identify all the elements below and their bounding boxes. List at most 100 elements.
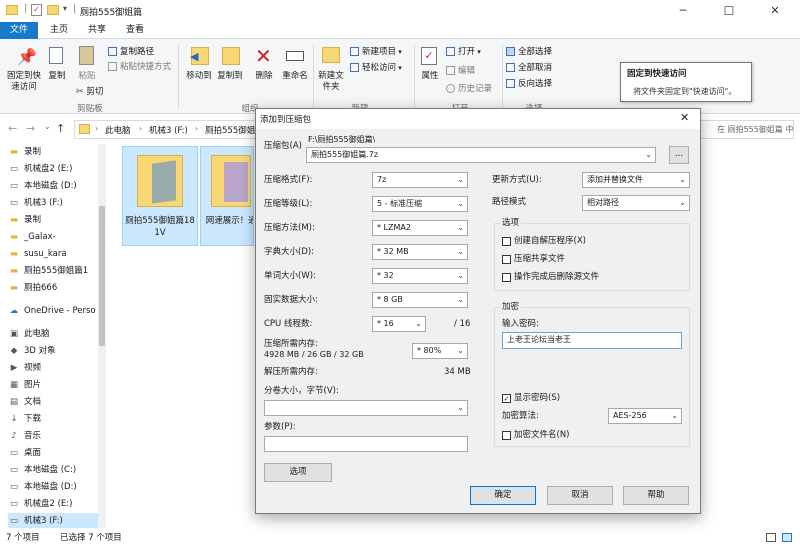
nav-item[interactable]: ◆ 3D 对象: [8, 343, 100, 360]
nav-item[interactable]: ▭ 桌面: [8, 445, 100, 462]
nav-item[interactable]: ▭ 本地磁盘 (D:): [8, 178, 100, 195]
nav-item[interactable]: ▭ 本地磁盘 (D:): [8, 479, 100, 496]
method-select[interactable]: * LZMA2 ⌄: [372, 220, 468, 236]
open-button[interactable]: 打开 ▾: [446, 45, 490, 57]
shared-files-checkbox[interactable]: [502, 255, 511, 264]
nav-item[interactable]: ▭ 机械盘2 (E:): [8, 161, 100, 178]
nav-item[interactable]: ▬ susu_kara: [8, 246, 100, 263]
help-button[interactable]: 帮助: [623, 486, 689, 505]
nav-scrollbar[interactable]: [98, 144, 106, 528]
nav-item[interactable]: ▭ 机械盘2 (E:): [8, 496, 100, 513]
select-none-button[interactable]: 全部取消: [506, 61, 566, 73]
encryption-method-select[interactable]: AES-256 ⌄: [608, 408, 682, 424]
dictionary-select[interactable]: * 32 MB ⌄: [372, 244, 468, 260]
rename-button[interactable]: 重命名: [280, 43, 310, 89]
delete-button[interactable]: ✕ 删除: [252, 43, 276, 89]
word-size-select[interactable]: * 32 ⌄: [372, 268, 468, 284]
up-arrow-icon[interactable]: ↑: [56, 122, 65, 135]
tab-share[interactable]: 共享: [78, 22, 116, 39]
minimize-button[interactable]: ─: [660, 0, 706, 22]
tab-view[interactable]: 查看: [116, 22, 154, 39]
forward-arrow-icon[interactable]: →: [26, 122, 35, 135]
details-view-icon[interactable]: [766, 533, 776, 542]
nav-item[interactable]: ☁ OneDrive - Perso: [8, 303, 100, 320]
copy-button[interactable]: 复制: [46, 43, 68, 89]
move-to-button[interactable]: ◀ 移动到: [183, 43, 215, 89]
file-item[interactable]: 网速展示！通!: [200, 146, 254, 246]
recent-chevron-icon[interactable]: ⌄: [44, 122, 51, 131]
parameters-input[interactable]: [264, 436, 468, 452]
sfx-checkbox[interactable]: [502, 237, 511, 246]
close-button[interactable]: ✕: [752, 0, 798, 22]
properties-button[interactable]: ✓ 属性: [418, 43, 442, 89]
edit-button[interactable]: 编辑: [446, 64, 490, 76]
paste-shortcut-button[interactable]: 粘贴快捷方式: [108, 60, 184, 72]
file-item[interactable]: 厕拍555御姐篇181V: [122, 146, 198, 246]
new-folder-button[interactable]: 新建文件夹: [316, 43, 346, 99]
drive-icon: ▭: [9, 482, 19, 492]
breadcrumb-this-pc[interactable]: 此电脑: [105, 124, 131, 136]
paste-button[interactable]: 粘贴: [74, 43, 100, 89]
large-icons-view-icon[interactable]: [782, 533, 792, 542]
solid-block-select[interactable]: * 8 GB ⌄: [372, 292, 468, 308]
breadcrumb-drive[interactable]: 机械3 (F:): [149, 124, 188, 136]
nav-item[interactable]: ▬ 厕拍555御姐篇1: [8, 263, 100, 280]
nav-item[interactable]: ▬ 录制: [8, 212, 100, 229]
back-arrow-icon[interactable]: ←: [8, 122, 17, 135]
update-mode-select[interactable]: 添加并替换文件 ⌄: [582, 172, 690, 188]
new-folder-quick-icon[interactable]: [47, 5, 59, 15]
ok-button[interactable]: 确定: [470, 486, 536, 505]
invert-selection-icon: [506, 79, 515, 88]
level-select[interactable]: 5 - 标准压缩 ⌄: [372, 196, 468, 212]
dialog-close-button[interactable]: ✕: [680, 111, 689, 124]
nav-item[interactable]: ▬ _Galax-: [8, 229, 100, 246]
search-input[interactable]: 在 厕拍555御姐篇 中搜索: [690, 120, 794, 139]
nav-item[interactable]: ▭ 机械3 (F:): [8, 513, 100, 528]
invert-selection-button[interactable]: 反向选择: [506, 77, 566, 89]
nav-item[interactable]: ▣ 此电脑: [8, 326, 100, 343]
nav-item[interactable]: ▭ 本地磁盘 (C:): [8, 462, 100, 479]
delete-after-checkbox[interactable]: [502, 273, 511, 282]
drive-icon: ▭: [9, 198, 19, 208]
show-password-checkbox[interactable]: ✓: [502, 394, 511, 403]
select-all-button[interactable]: 全部选择: [506, 45, 566, 57]
options-button[interactable]: 选项: [264, 463, 332, 482]
browse-button[interactable]: ...: [669, 146, 689, 164]
customize-quick-access-icon[interactable]: ▾: [63, 4, 67, 13]
nav-item-label: 厕拍555御姐篇1: [24, 266, 89, 276]
threads-select[interactable]: * 16 ⌄: [372, 316, 426, 332]
tab-home[interactable]: 主页: [40, 22, 78, 39]
nav-item[interactable]: ▤ 文档: [8, 394, 100, 411]
nav-item[interactable]: ▦ 图片: [8, 377, 100, 394]
nav-item[interactable]: ↓ 下载: [8, 411, 100, 428]
password-input[interactable]: 上老王论坛当老王: [502, 332, 682, 349]
word-size-label: 单词大小(W):: [264, 271, 316, 281]
cut-button[interactable]: ✂ 剪切: [76, 85, 116, 97]
copy-path-button[interactable]: 复制路径: [108, 45, 178, 57]
memory-usage-select[interactable]: * 80% ⌄: [412, 343, 468, 359]
format-select[interactable]: 7z ⌄: [372, 172, 468, 188]
tab-file[interactable]: 文件: [0, 22, 38, 39]
nav-item[interactable]: ▬ 录制: [8, 144, 100, 161]
invert-selection-label: 反向选择: [518, 79, 553, 89]
new-item-button[interactable]: 新建项目 ▾: [350, 45, 412, 57]
split-size-combo[interactable]: ⌄: [264, 400, 468, 416]
breadcrumb-folder[interactable]: 厕拍555御姐篇: [205, 124, 255, 136]
file-name: 网速展示！通!: [205, 216, 253, 226]
pin-quick-access-button[interactable]: 📌 固定到快速访问: [4, 43, 44, 101]
encrypt-names-checkbox[interactable]: [502, 431, 511, 440]
properties-quick-icon[interactable]: ✓: [31, 4, 42, 16]
path-mode-select[interactable]: 相对路径 ⌄: [582, 195, 690, 211]
nav-item[interactable]: ▶ 视频: [8, 360, 100, 377]
history-button[interactable]: 历史记录: [446, 82, 502, 94]
nav-item[interactable]: ▭ 机械3 (F:): [8, 195, 100, 212]
nav-item[interactable]: ♪ 音乐: [8, 428, 100, 445]
nav-item-label: 机械3 (F:): [24, 516, 63, 526]
nav-scrollbar-thumb[interactable]: [99, 206, 105, 346]
nav-item[interactable]: ▬ 厕拍666: [8, 280, 100, 297]
copy-to-button[interactable]: 复制到: [214, 43, 246, 89]
archive-name-combo[interactable]: 厕拍555御姐篇.7z ⌄: [306, 147, 656, 163]
easy-access-button[interactable]: 轻松访问 ▾: [350, 61, 412, 73]
maximize-button[interactable]: ☐: [706, 0, 752, 22]
cancel-button[interactable]: 取消: [547, 486, 613, 505]
